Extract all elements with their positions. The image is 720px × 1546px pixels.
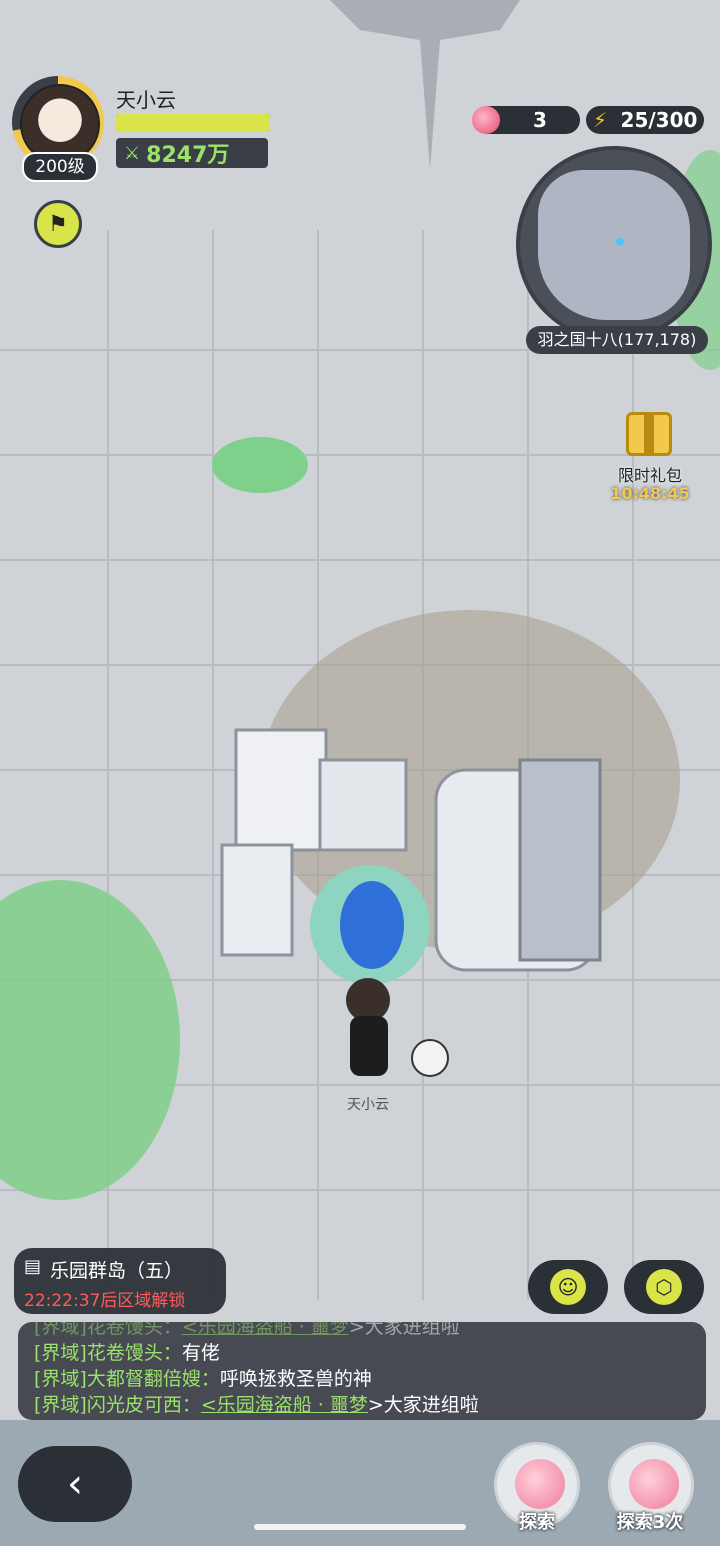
area-unlock-timer: 22:22:37后区域解锁 — [24, 1291, 186, 1311]
chat-channel: [界域] — [34, 1394, 87, 1416]
chat-link[interactable]: <乐园海盗船 · 噩梦 — [182, 1322, 349, 1338]
power-icon: ⚔ — [124, 142, 141, 164]
gift-timer: 10:48:45 — [610, 484, 690, 503]
explore-label[interactable]: 探索 — [494, 1508, 580, 1534]
power-value: 8247万 — [146, 143, 230, 168]
chat-speaker: 花卷馒头： — [86, 1322, 182, 1338]
hp-bar — [116, 114, 270, 132]
character-name: 天小云 — [347, 1097, 389, 1113]
chat-speaker: 大都督翻倍嫂： — [86, 1368, 220, 1390]
cube-icon: ⬡ — [646, 1269, 682, 1305]
energy-count: 25/300 — [620, 108, 698, 132]
chat-text: 呼唤拯救圣兽的神 — [219, 1368, 372, 1390]
chat-text: >大家进组啦 — [367, 1394, 479, 1416]
lightning-icon: ⚡ — [592, 108, 608, 132]
gift-label[interactable]: 限时礼包 — [606, 462, 694, 486]
back-button[interactable]: ‹ — [18, 1446, 132, 1522]
chat-line: [界域]闪光皮可西：<乐园海盗船 · 噩梦>大家进组啦 — [34, 1390, 479, 1417]
fruit-icon — [515, 1459, 565, 1509]
chat-channel: [界域] — [34, 1342, 87, 1364]
fruit-icon — [629, 1459, 679, 1509]
flag-button[interactable]: ⚑ — [34, 200, 82, 248]
chat-speaker: 闪光皮可西： — [86, 1394, 201, 1416]
level-badge: 200级 — [22, 152, 98, 182]
location-label: 羽之国十八(177,178) — [526, 326, 708, 354]
chat-channel: [界域] — [34, 1322, 87, 1338]
minimap-terrain — [538, 170, 690, 320]
chat-line: [界域]花卷馒头：<乐园海盗船 · 噩梦>大家进组啦 — [34, 1322, 460, 1339]
chat-line: [界域]大都督翻倍嫂：呼唤拯救圣兽的神 — [34, 1364, 372, 1391]
flag-icon: ⚑ — [48, 211, 68, 237]
chat-panel[interactable]: [界域]花卷馒头：<乐园海盗船 · 噩梦>大家进组啦 [界域]花卷馒头：有佬 [… — [18, 1322, 706, 1420]
chat-text: 有佬 — [181, 1342, 220, 1364]
player-marker — [616, 238, 624, 246]
gift-ribbon — [644, 412, 654, 456]
energy-counter[interactable]: ⚡ 25/300 — [586, 106, 704, 134]
area-title: 乐园群岛（五） — [50, 1260, 184, 1282]
list-icon: ▤ — [24, 1256, 42, 1277]
gift-icon[interactable] — [618, 404, 680, 462]
cube-button[interactable]: ⬡ — [624, 1260, 704, 1314]
hp-bar-fill — [116, 114, 270, 132]
power-display: ⚔ 8247万 — [116, 138, 268, 168]
apple-icon — [472, 106, 500, 134]
apple-counter[interactable]: 3 — [472, 106, 580, 134]
chat-line: [界域]花卷馒头：有佬 — [34, 1338, 220, 1365]
emote-button[interactable]: ☺ — [528, 1260, 608, 1314]
chat-link[interactable]: <乐园海盗船 · 噩梦 — [201, 1394, 368, 1416]
face-icon: ☺ — [550, 1269, 586, 1305]
apple-count: 3 — [533, 108, 547, 132]
chevron-left-icon: ‹ — [67, 1461, 83, 1507]
home-indicator[interactable] — [254, 1524, 466, 1530]
player-name: 天小云 — [116, 88, 176, 112]
chat-text: >大家进组啦 — [348, 1322, 460, 1338]
chat-speaker: 花卷馒头： — [86, 1342, 182, 1364]
minimap[interactable] — [516, 146, 712, 342]
explore-3-label[interactable]: 探索3次 — [600, 1508, 700, 1534]
area-panel[interactable]: ▤ 乐园群岛（五） 22:22:37后区域解锁 — [14, 1248, 226, 1314]
chat-channel: [界域] — [34, 1368, 87, 1390]
